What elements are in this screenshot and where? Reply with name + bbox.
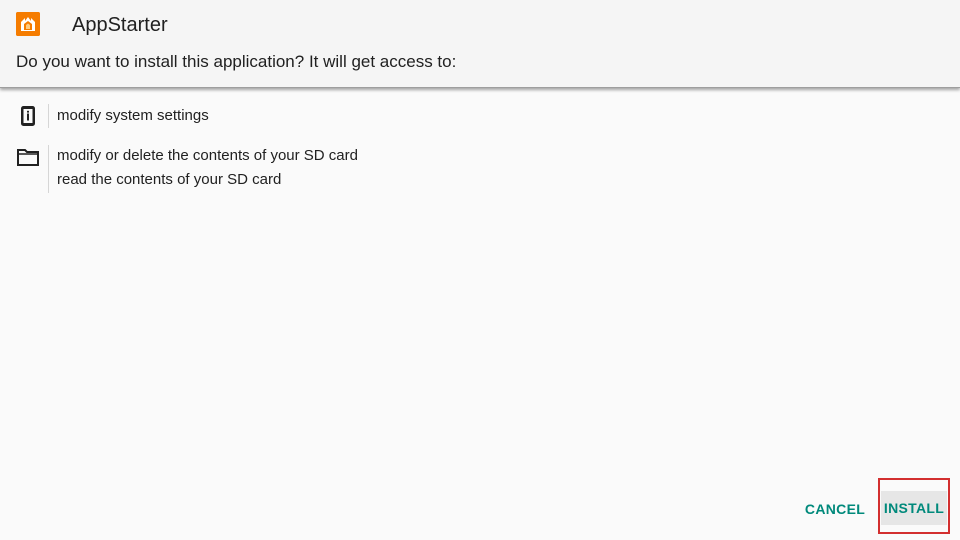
permission-label: read the contents of your SD card [57, 171, 282, 188]
permission-divider [48, 104, 49, 128]
app-title: AppStarter [72, 14, 168, 36]
cancel-button[interactable]: CANCEL [800, 492, 870, 526]
install-prompt: Do you want to install this application?… [16, 52, 457, 71]
install-button[interactable]: INSTALL [881, 491, 947, 525]
dialog-header: AppStarter Do you want to install this a… [0, 0, 960, 88]
appstarter-app-icon [16, 12, 40, 36]
permission-label: modify or delete the contents of your SD… [57, 147, 358, 164]
folder-icon [16, 145, 40, 169]
device-info-icon [16, 104, 40, 128]
permission-divider [48, 145, 49, 193]
permission-label: modify system settings [57, 107, 209, 124]
